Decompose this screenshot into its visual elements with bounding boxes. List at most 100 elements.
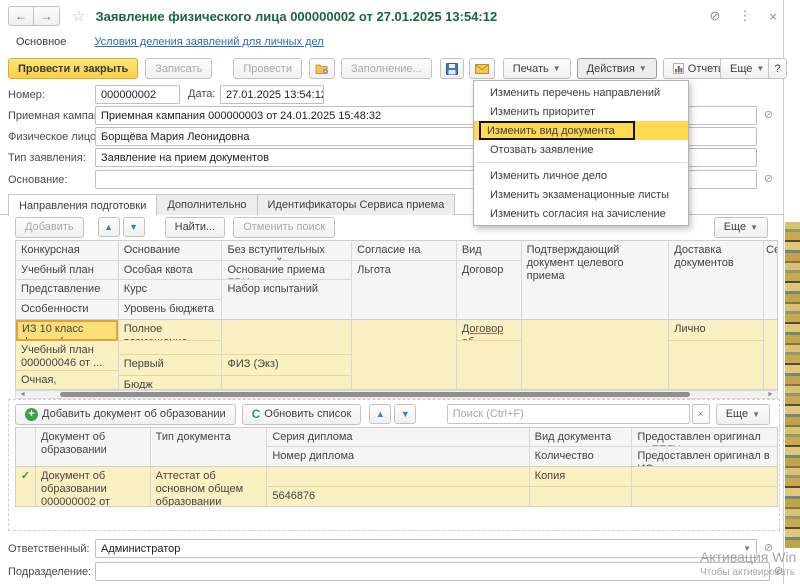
chevron-down-icon[interactable]: ▼ (743, 544, 751, 553)
cell-document-kind[interactable]: Копия (530, 467, 632, 487)
edu-move-down-button[interactable]: ▼ (394, 404, 416, 424)
window-menu-icon[interactable]: ⋮ (738, 8, 751, 24)
number-field[interactable]: 000000002 (95, 85, 180, 104)
cell-empty[interactable] (669, 341, 763, 389)
cell-original-epgu[interactable] (632, 467, 777, 487)
cell-bvi[interactable] (222, 320, 351, 355)
move-down-button[interactable]: ▼ (123, 217, 145, 237)
edu-move-up-button[interactable]: ▲ (369, 404, 391, 424)
tab-identifiers[interactable]: Идентификаторы Сервиса приема (257, 194, 456, 215)
cell-cut[interactable] (764, 320, 777, 389)
menu-item-change-document-kind[interactable]: Изменить вид документа (474, 121, 688, 140)
fill-button[interactable]: Заполнение... (341, 58, 432, 79)
column-header[interactable]: Предоставлен оригинал в ИС вуза (632, 447, 777, 466)
column-header-status[interactable] (16, 428, 35, 466)
column-header[interactable]: Уровень бюджета (119, 300, 222, 319)
cell-diploma-series[interactable] (267, 467, 528, 487)
responsible-open-icon[interactable]: ⊘ (764, 541, 773, 554)
column-header[interactable]: Особенности приема (16, 300, 118, 319)
help-button[interactable]: ? (768, 58, 787, 79)
column-header[interactable]: Предоставлен оригинал из ЕПГУ (632, 428, 777, 447)
column-header[interactable]: Документ об образовании (36, 428, 150, 466)
column-header[interactable]: Номер диплома (267, 447, 528, 466)
get-link-icon[interactable]: ⊘ (710, 8, 721, 24)
column-header[interactable]: Вид документа (530, 428, 632, 447)
campaign-open-icon[interactable]: ⊘ (764, 108, 773, 121)
save-button[interactable]: Записать (145, 58, 212, 79)
cell-delivery[interactable]: Лично (669, 320, 763, 341)
forward-button[interactable]: → (34, 6, 60, 26)
responsible-field[interactable]: Администратор ▼ (95, 539, 757, 558)
cell-course[interactable]: Первый (119, 355, 222, 376)
search-input[interactable] (447, 404, 690, 424)
cell-admission-basis[interactable]: Полное возмещение ... (119, 320, 222, 341)
cell-competitive-group[interactable]: ИЗ 10 класс физика(... (16, 320, 118, 341)
cell-target-doc[interactable] (522, 320, 669, 389)
scroll-left-icon[interactable]: ◄ (17, 391, 28, 398)
move-up-button[interactable]: ▲ (98, 217, 120, 237)
column-header[interactable]: Се (764, 241, 777, 319)
clear-search-button[interactable]: × (692, 404, 710, 424)
education-table-row[interactable]: ✓ Документ об образовании 000000002 от 2… (15, 467, 778, 507)
column-header[interactable]: Серия диплома (267, 428, 528, 447)
print-button[interactable]: Печать▼ (503, 58, 571, 79)
directions-horizontal-scrollbar[interactable]: ◄ ► (15, 390, 778, 399)
column-header[interactable]: Курс (119, 280, 222, 300)
column-header[interactable]: Согласие на зачисление (352, 241, 456, 261)
column-header[interactable]: Конкурсная группа (16, 241, 118, 261)
cell-presentation[interactable]: Очная, (16, 371, 118, 389)
column-header[interactable]: Количество (530, 447, 632, 466)
column-header[interactable]: Льгота (352, 261, 456, 319)
find-button[interactable]: Найти... (165, 217, 226, 238)
department-open-icon[interactable]: ⊘ (774, 564, 783, 577)
back-button[interactable]: ← (8, 6, 34, 26)
menu-item-change-enrollment-consents[interactable]: Изменить согласия на зачисление (474, 204, 688, 223)
add-education-document-button[interactable]: + Добавить документ об образовании (15, 404, 236, 425)
column-header[interactable]: Подтверждающий документ целевого приема (522, 241, 669, 319)
cell-contract[interactable] (457, 341, 521, 389)
column-header[interactable]: Представление (16, 280, 118, 300)
column-header[interactable]: Без вступительных испытаний (222, 241, 351, 261)
post-and-close-button[interactable]: Провести и закрыть (8, 58, 138, 79)
fill-settings-button[interactable] (309, 58, 335, 79)
actions-button[interactable]: Действия▼ (577, 58, 657, 79)
cell-contract-kind[interactable]: Договор об ... (457, 320, 521, 341)
cell-exam-set[interactable]: ФИЗ (Экз) (222, 355, 351, 376)
form-more-button[interactable]: Еще▼ (720, 58, 774, 79)
refresh-list-button[interactable]: C Обновить список (242, 404, 362, 425)
column-header[interactable]: Основание приема БВИ (222, 261, 351, 281)
column-header[interactable]: Тип документа (151, 428, 267, 466)
cell-document-type[interactable]: Аттестат об основном общем образовании (151, 467, 267, 506)
cell-special-quota[interactable] (119, 341, 222, 356)
menu-item-change-personal-file[interactable]: Изменить личное дело (474, 166, 688, 185)
education-more-button[interactable]: Еще▼ (716, 404, 770, 425)
menu-item-change-directions[interactable]: Изменить перечень направлений (474, 83, 688, 102)
cell-consent[interactable] (352, 320, 456, 389)
cancel-search-button[interactable]: Отменить поиск (233, 217, 335, 238)
directions-table-row[interactable]: ИЗ 10 класс физика(... Учебный план 0000… (15, 320, 778, 390)
directions-add-button[interactable]: Добавить (15, 217, 84, 238)
cell-diploma-number[interactable]: 5646876 (267, 487, 528, 506)
menu-item-withdraw-application[interactable]: Отозвать заявление (474, 140, 688, 159)
nav-link-division-terms[interactable]: Условия деления заявлений для личных дел (94, 36, 323, 48)
cell-quantity[interactable] (530, 487, 632, 506)
directions-more-button[interactable]: Еще▼ (714, 217, 768, 238)
cell-education-document[interactable]: Документ об образовании 000000002 от 27.… (36, 467, 150, 506)
row-check-cell[interactable]: ✓ (16, 467, 35, 506)
cell-empty[interactable] (222, 376, 351, 389)
column-header[interactable]: Доставка документов (669, 241, 763, 319)
column-header[interactable]: Договор (457, 261, 521, 319)
column-header[interactable]: Основание поступле... (119, 241, 222, 261)
close-icon[interactable]: × (769, 9, 777, 24)
cell-original-university[interactable] (632, 487, 777, 506)
cell-budget-level[interactable]: Бюдж (119, 376, 222, 389)
column-header[interactable]: Учебный план (16, 261, 118, 281)
column-header[interactable]: Особая квота (119, 261, 222, 281)
basis-open-icon[interactable]: ⊘ (764, 172, 773, 185)
send-email-button[interactable] (469, 58, 495, 79)
menu-item-change-exam-sheets[interactable]: Изменить экзаменационные листы (474, 185, 688, 204)
nav-main-tab[interactable]: Основное (16, 36, 66, 48)
column-header[interactable]: Вид договора (457, 241, 521, 261)
save-file-button[interactable] (440, 58, 464, 79)
tab-directions[interactable]: Направления подготовки (8, 194, 157, 216)
